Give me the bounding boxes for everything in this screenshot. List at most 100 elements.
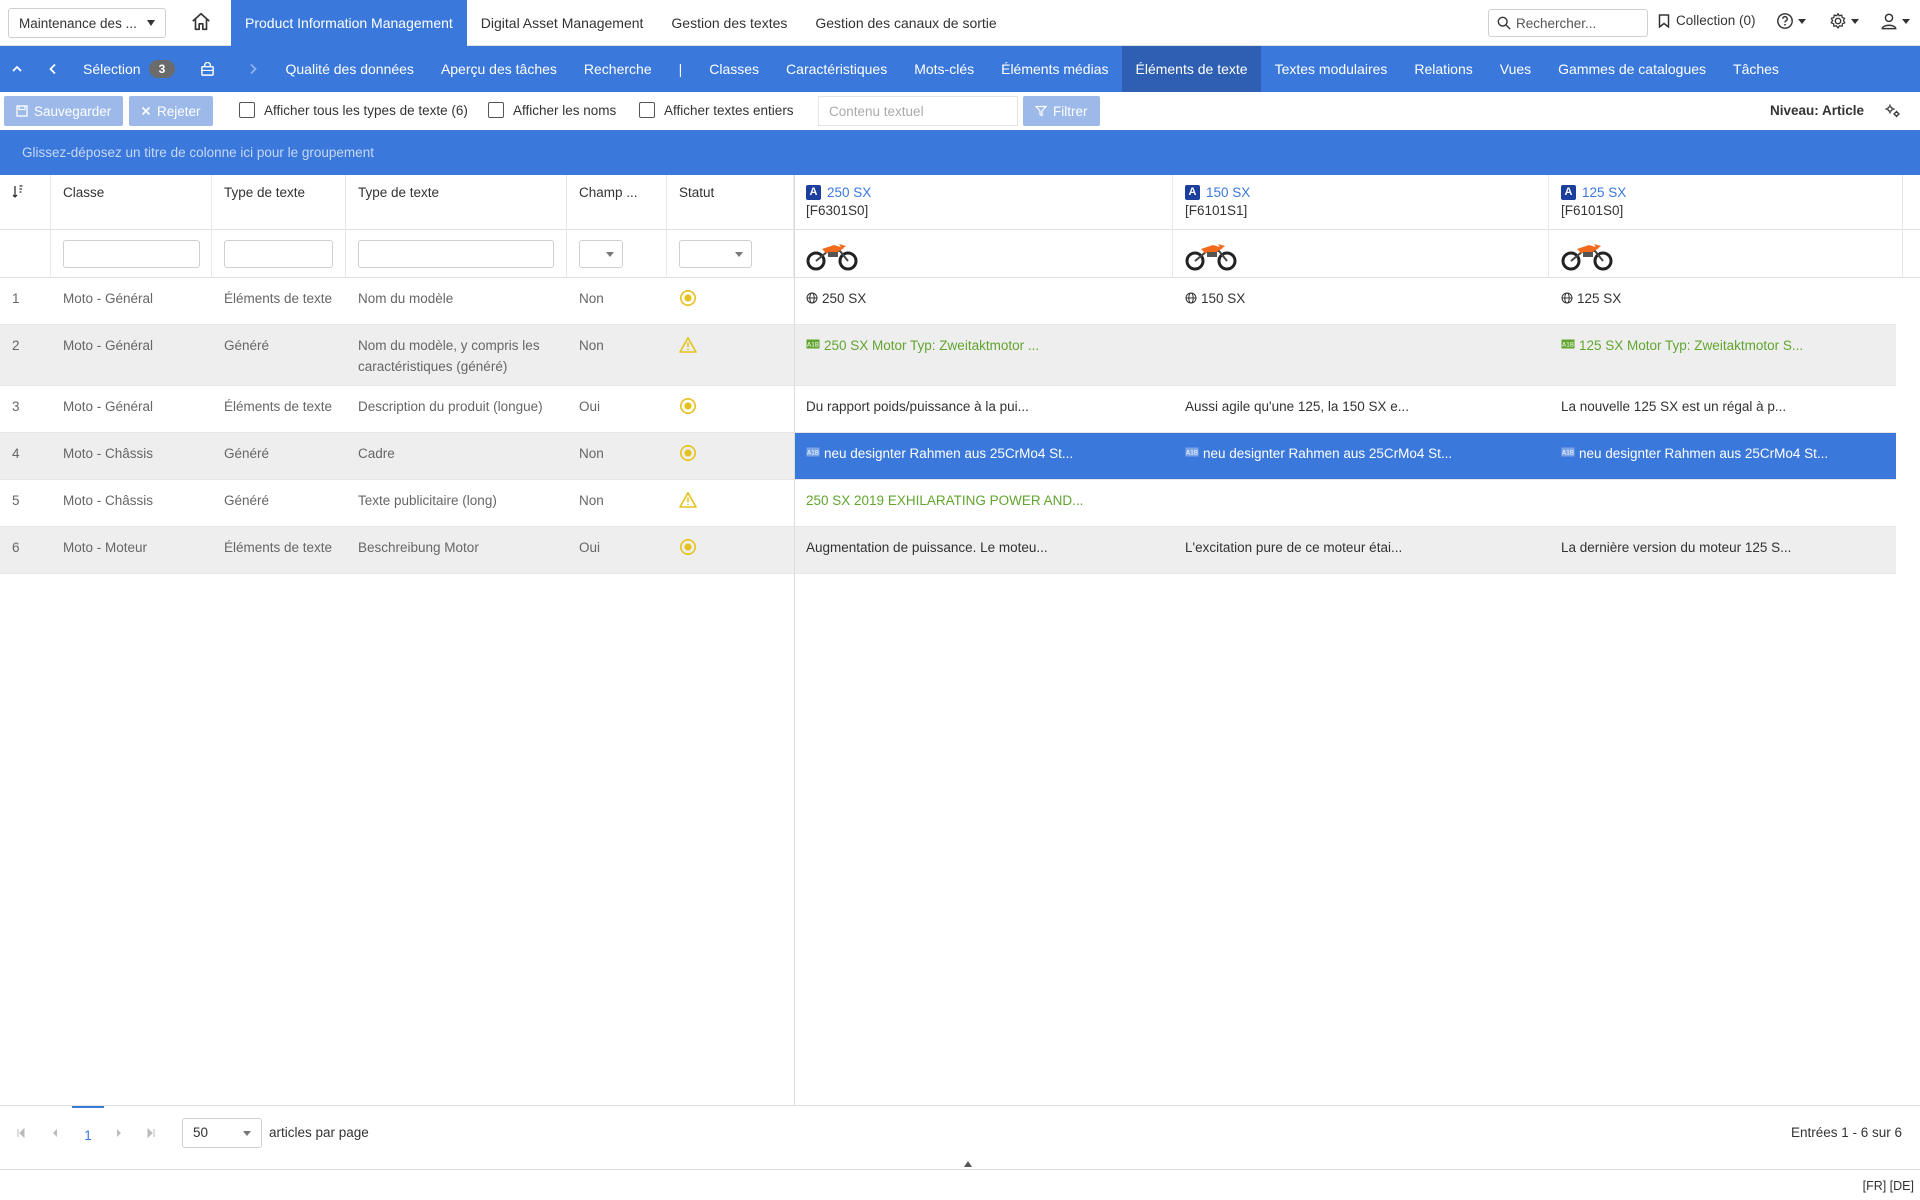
tab-relations[interactable]: Relations	[1401, 46, 1486, 92]
next-page-icon[interactable]	[114, 1127, 124, 1139]
panel-splitter[interactable]	[0, 1160, 1920, 1170]
cell-text-value[interactable]: 125 SX	[1549, 278, 1896, 319]
table-row[interactable]: 1 Moto - Général Éléments de texte Nom du m…	[0, 278, 1896, 325]
help-menu[interactable]	[1776, 12, 1806, 30]
column-header-article-1[interactable]: A 250 SX [F6301S0]	[794, 175, 1173, 230]
filter-input-text-type-name[interactable]	[358, 240, 554, 268]
filter-cell-text-type-name	[346, 230, 567, 278]
column-header-text-type[interactable]: Type de texte	[212, 175, 346, 230]
tab-views[interactable]: Vues	[1486, 46, 1544, 92]
cell-text-value[interactable]: A1B neu designter Rahmen aus 25CrMo4 St..…	[1173, 433, 1549, 474]
tab-tasks[interactable]: Tâches	[1720, 46, 1793, 92]
cell-text-value[interactable]: 250 SX 2019 EXHILARATING POWER AND...	[794, 480, 1173, 521]
previous-button[interactable]	[46, 46, 60, 92]
cell-text-value[interactable]: Aussi agile qu'une 125, la 150 SX e...	[1173, 386, 1549, 427]
column-header-article-3[interactable]: A 125 SX [F6101S0]	[1549, 175, 1903, 230]
filter-input-classe[interactable]	[63, 240, 200, 268]
tab-catalog-ranges[interactable]: Gammes de catalogues	[1545, 46, 1720, 92]
table-row[interactable]: 4 Moto - Châssis Généré Cadre Non A1B neu desi…	[0, 433, 1896, 480]
tab-media-elements[interactable]: Éléments médias	[988, 46, 1122, 92]
article-name[interactable]: 150 SX	[1206, 185, 1250, 200]
reject-button[interactable]: Rejeter	[129, 96, 213, 126]
cell-text-value[interactable]: La nouvelle 125 SX est un régal à p...	[1549, 386, 1896, 427]
motorcycle-thumbnail[interactable]	[806, 239, 858, 271]
collection-button[interactable]: Collection (0)	[1658, 13, 1756, 28]
table-row[interactable]: 3 Moto - Général Éléments de texte Descript…	[0, 386, 1896, 433]
cell-text: Augmentation de puissance. Le moteu...	[806, 540, 1048, 555]
selection-button[interactable]: Sélection 3	[83, 46, 176, 92]
cell-text-value[interactable]	[1173, 480, 1549, 500]
column-settings-icon[interactable]	[1884, 103, 1902, 122]
checkbox-box[interactable]	[639, 102, 655, 118]
tab-modular-texts[interactable]: Textes modulaires	[1261, 46, 1401, 92]
article-name[interactable]: 250 SX	[827, 185, 871, 200]
checkbox-box[interactable]	[488, 102, 504, 118]
cell-text-value[interactable]: La dernière version du moteur 125 S...	[1549, 527, 1896, 568]
tab-text-elements[interactable]: Éléments de texte	[1122, 46, 1262, 92]
search-input[interactable]: Rechercher...	[1488, 9, 1648, 37]
cell-text-value[interactable]: A1B neu designter Rahmen aus 25CrMo4 St..…	[794, 433, 1173, 474]
column-header-text-type-name[interactable]: Type de texte	[346, 175, 567, 230]
cell-text-value[interactable]: 150 SX	[1173, 278, 1549, 319]
filter-icon	[1035, 105, 1047, 117]
chevron-up-icon[interactable]	[964, 1161, 972, 1167]
page-size-select[interactable]: 50	[182, 1118, 262, 1148]
table-row[interactable]: 5 Moto - Châssis Généré Texte publicitaire …	[0, 480, 1896, 527]
cell-text-value[interactable]: 250 SX	[794, 278, 1173, 319]
nav-dam[interactable]: Digital Asset Management	[467, 0, 658, 46]
cell-text-value[interactable]	[1173, 325, 1549, 345]
home-icon[interactable]	[190, 11, 214, 35]
table-row[interactable]: 6 Moto - Moteur Éléments de texte Beschreib…	[0, 527, 1896, 574]
user-menu[interactable]	[1880, 12, 1910, 30]
nav-pim[interactable]: Product Information Management	[231, 0, 467, 46]
language-indicator[interactable]: [FR] [DE]	[1863, 1179, 1914, 1193]
tab-data-quality[interactable]: Qualité des données	[272, 46, 427, 92]
column-header-classe[interactable]: Classe	[51, 175, 212, 230]
current-page[interactable]: 1	[72, 1106, 104, 1161]
motorcycle-thumbnail[interactable]	[1185, 239, 1237, 271]
column-header-field[interactable]: Champ ...	[567, 175, 667, 230]
motorcycle-thumbnail[interactable]	[1561, 239, 1613, 271]
first-page-icon[interactable]	[16, 1127, 26, 1139]
cell-text-value[interactable]: Augmentation de puissance. Le moteu...	[794, 527, 1173, 568]
cell-text-value[interactable]: Du rapport poids/puissance à la pui...	[794, 386, 1173, 427]
module-select[interactable]: Maintenance des ...	[8, 8, 166, 38]
checkbox-box[interactable]	[239, 102, 255, 118]
filter-dropdown-field[interactable]	[579, 240, 623, 268]
cell-type: Éléments de texte	[224, 291, 333, 306]
next-button[interactable]	[246, 46, 260, 92]
settings-menu[interactable]	[1829, 12, 1859, 30]
save-button[interactable]: Sauvegarder	[4, 96, 124, 126]
tab-characteristics[interactable]: Caractéristiques	[773, 46, 901, 92]
last-page-icon[interactable]	[146, 1127, 156, 1139]
cell-text-value[interactable]: A1B 250 SX Motor Typ: Zweitaktmotor ...	[794, 325, 1173, 366]
previous-page-icon[interactable]	[50, 1127, 60, 1139]
column-header-article-2[interactable]: A 150 SX [F6101S1]	[1173, 175, 1549, 230]
tab-task-overview[interactable]: Aperçu des tâches	[427, 46, 570, 92]
show-all-text-types-checkbox[interactable]: Afficher tous les types de texte (6)	[239, 102, 468, 118]
cell-text-value[interactable]: L'excitation pure de ce moteur étai...	[1173, 527, 1549, 568]
filter-input-text-type[interactable]	[224, 240, 333, 268]
nav-texts[interactable]: Gestion des textes	[657, 0, 801, 46]
text-content-input[interactable]: Contenu textuel	[818, 96, 1018, 126]
cell-text-value[interactable]: A1B neu designter Rahmen aus 25CrMo4 St..…	[1549, 433, 1896, 474]
basket-button[interactable]	[200, 46, 215, 92]
show-names-checkbox[interactable]: Afficher les noms	[488, 102, 616, 118]
table-row[interactable]: 2 Moto - Général Généré Nom du modèle, y co…	[0, 325, 1896, 386]
group-drop-zone[interactable]: Glissez-déposez un titre de colonne ici …	[0, 130, 1920, 175]
nav-output-channels[interactable]: Gestion des canaux de sortie	[801, 0, 1010, 46]
tab-search[interactable]: Recherche	[570, 46, 665, 92]
tab-keywords[interactable]: Mots-clés	[901, 46, 988, 92]
cell-text-value[interactable]	[1549, 480, 1896, 500]
filter-button[interactable]: Filtrer	[1023, 96, 1100, 126]
filter-dropdown-status[interactable]	[679, 240, 752, 268]
generated-text-icon: A1B	[806, 447, 820, 457]
filter-cell-text-type	[212, 230, 346, 278]
show-full-texts-checkbox[interactable]: Afficher textes entiers	[639, 102, 794, 118]
cell-text-value[interactable]: A1B 125 SX Motor Typ: Zweitaktmotor S...	[1549, 325, 1896, 366]
collapse-button[interactable]	[10, 46, 24, 92]
tab-classes[interactable]: Classes	[696, 46, 773, 92]
sort-column-header[interactable]	[0, 175, 51, 230]
column-header-status[interactable]: Statut	[667, 175, 794, 230]
article-name[interactable]: 125 SX	[1582, 185, 1626, 200]
